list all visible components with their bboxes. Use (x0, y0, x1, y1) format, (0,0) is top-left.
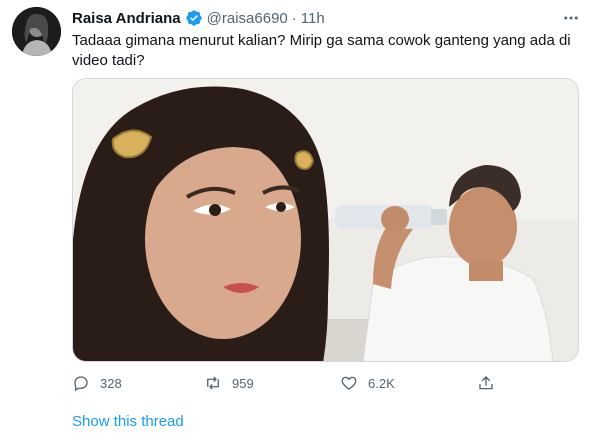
like-icon (341, 376, 357, 390)
reply-button[interactable]: 328 (72, 371, 122, 395)
author-name[interactable]: Raisa Andriana (72, 10, 181, 27)
retweet-count: 959 (232, 375, 254, 391)
reply-count: 328 (100, 375, 122, 391)
tweet-photo[interactable] (72, 78, 579, 362)
tweet-text: Tadaaa gimana menurut kalian? Mirip ga s… (72, 32, 575, 69)
avatar[interactable] (12, 7, 61, 56)
author-handle[interactable]: @raisa6690 (207, 10, 288, 27)
verified-badge-icon (185, 9, 203, 27)
show-thread-link[interactable]: Show this thread (72, 413, 184, 430)
separator-dot: · (291, 9, 297, 27)
like-count: 6.2K (368, 375, 395, 391)
retweet-button[interactable]: 959 (204, 371, 254, 395)
more-options-icon[interactable] (560, 8, 582, 28)
share-button[interactable] (477, 371, 495, 395)
reply-icon (74, 376, 88, 392)
tweet-header: Raisa Andriana @raisa6690 · 11h (72, 8, 325, 28)
tweet-card: Raisa Andriana @raisa6690 · 11h Tadaaa g… (0, 0, 596, 442)
tweet-timestamp[interactable]: 11h (301, 10, 325, 27)
like-button[interactable]: 6.2K (340, 371, 395, 395)
retweet-icon (207, 376, 219, 390)
share-icon (479, 376, 493, 390)
tweet-actions: 328 959 6.2K (72, 371, 512, 395)
